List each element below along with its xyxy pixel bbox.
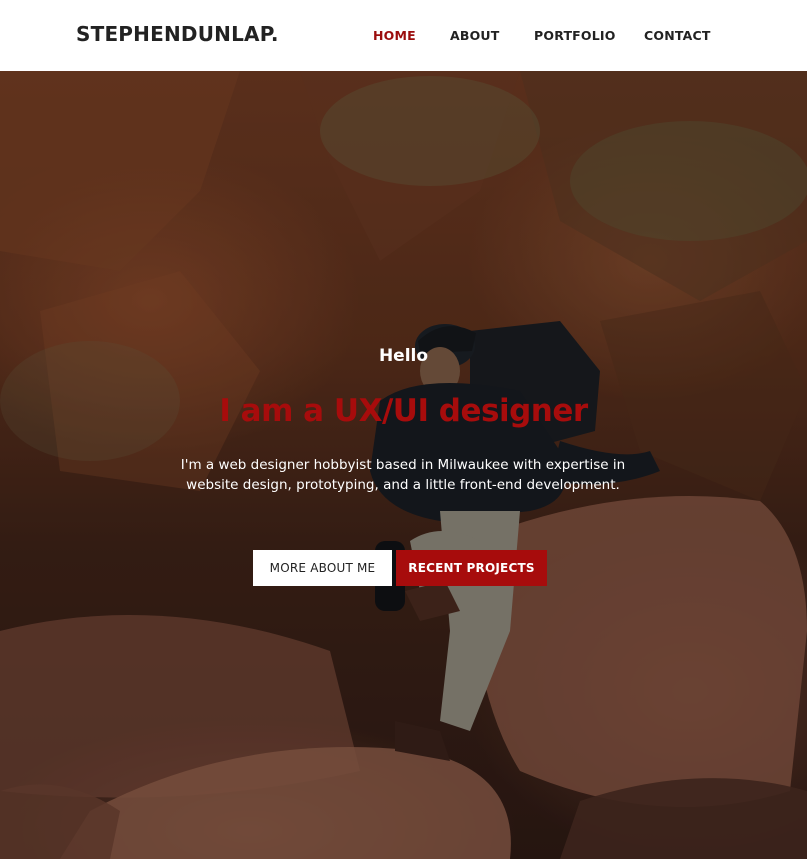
nav-about[interactable]: ABOUT xyxy=(450,28,500,43)
nav-portfolio[interactable]: PORTFOLIO xyxy=(534,28,616,43)
hero-greeting: Hello xyxy=(378,346,429,366)
hero-section: Hello I am a UX/UI designer I'm a web de… xyxy=(0,71,807,859)
hero-content: Hello I am a UX/UI designer I'm a web de… xyxy=(0,71,807,859)
hero-headline: I am a UX/UI designer xyxy=(219,393,588,429)
nav-home[interactable]: HOME xyxy=(373,28,416,43)
more-about-me-button[interactable]: MORE ABOUT ME xyxy=(253,550,392,586)
hero-intro: I'm a web designer hobbyist based in Mil… xyxy=(180,457,626,493)
site-header: STEPHENDUNLAP. HOME ABOUT PORTFOLIO CONT… xyxy=(0,0,807,71)
nav-contact[interactable]: CONTACT xyxy=(644,28,711,43)
recent-projects-button[interactable]: RECENT PROJECTS xyxy=(396,550,547,586)
main-nav: HOME ABOUT PORTFOLIO CONTACT xyxy=(0,28,807,44)
